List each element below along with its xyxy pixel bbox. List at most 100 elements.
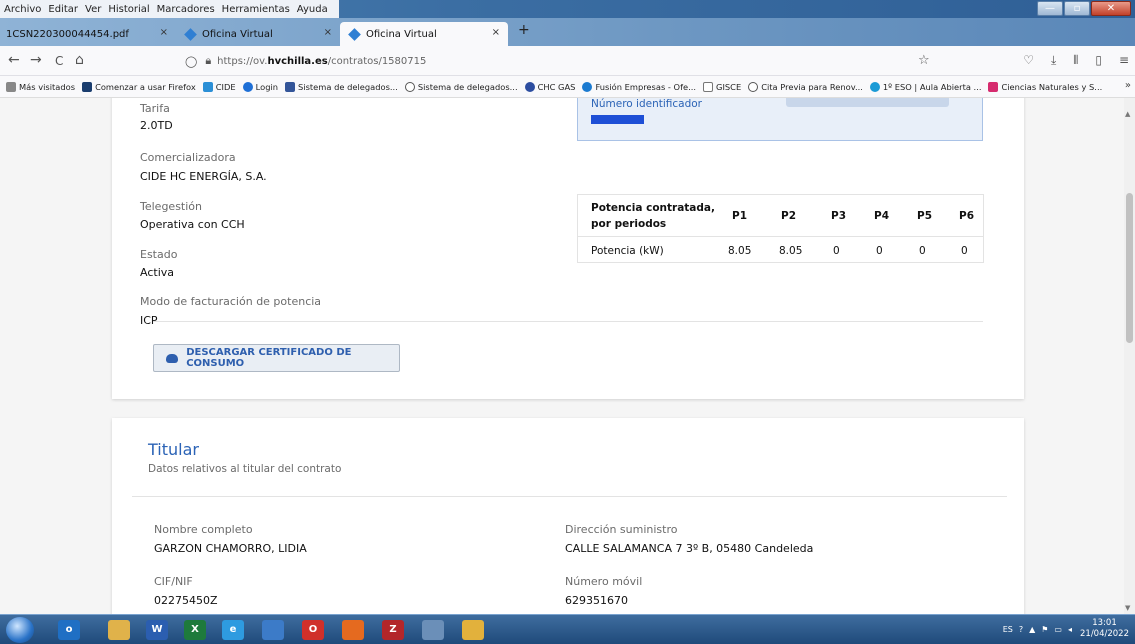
comercializadora-label: Comercializadora [140,151,236,164]
tab-oficina-virtual-2[interactable]: Oficina Virtual × [340,22,508,46]
volume-icon[interactable]: ◂ [1068,625,1072,634]
reload-icon[interactable]: C [55,54,63,68]
flag-icon[interactable]: ⚑ [1041,625,1048,634]
tarifa-label: Tarifa [140,102,170,115]
pocket-icon[interactable]: ♡ [1023,53,1034,68]
taskbar-word-icon[interactable]: W [146,620,168,640]
table-cell-p4: 0 [876,245,883,257]
taskbar-network-icon[interactable] [262,620,284,640]
menu-bar: Archivo Editar Ver Historial Marcadores … [0,0,339,18]
bookmark-item[interactable]: CIDE [202,81,236,92]
comercializadora-value: CIDE HC ENERGÍA, S.A. [140,170,267,183]
tray-arrow-icon[interactable]: ▲ [1029,625,1035,634]
menu-historial[interactable]: Historial [108,4,149,15]
scroll-up-icon[interactable]: ▲ [1125,110,1130,118]
menu-editar[interactable]: Editar [48,4,78,15]
close-tab-icon[interactable]: × [492,27,500,38]
clock-date: 21/04/2022 [1080,629,1129,639]
taskbar-opera-icon[interactable]: O [302,620,324,640]
tab-strip: 1CSN220300044454.pdf × Oficina Virtual ×… [0,18,1135,46]
tab-pdf[interactable]: 1CSN220300044454.pdf × [0,22,176,46]
shield-icon[interactable]: ◯ [185,55,197,68]
bookmark-item[interactable]: Fusión Empresas - Ofe... [582,81,696,92]
diamond-favicon-icon [348,27,361,41]
bookmark-item[interactable]: Sistema de delegados... [404,81,518,92]
table-header-row: Potencia contratada, por periodos P1 P2 … [578,195,983,237]
menu-ayuda[interactable]: Ayuda [297,4,328,15]
bookmark-item[interactable]: Login [242,81,278,92]
back-arrow-icon[interactable]: ← [8,52,20,68]
bookmark-item[interactable]: 1º ESO | Aula Abierta ... [869,81,981,92]
language-indicator[interactable]: ES [1003,625,1013,634]
bookmark-star-icon[interactable]: ☆ [918,53,930,68]
taskbar-outlook-icon[interactable]: o [58,620,80,640]
sidebar-icon[interactable]: ▯ [1095,53,1102,68]
taskbar-filezilla-icon[interactable]: Z [382,620,404,640]
taskbar-firefox-icon[interactable] [342,620,364,640]
taskbar-misc-icon[interactable] [422,620,444,640]
taskbar-chrome-icon[interactable] [462,620,484,640]
page-content: Tarifa 2.0TD Comercializadora CIDE HC EN… [0,98,1135,614]
identificador-box: Número identificador [577,98,983,141]
table-row-label: Potencia (kW) [591,245,664,257]
bookmark-item[interactable]: Ciencias Naturales y S... [988,81,1102,92]
clock[interactable]: 13:01 21/04/2022 [1080,618,1129,640]
home-icon[interactable]: ⌂ [75,52,84,68]
taskbar-explorer-icon[interactable] [108,620,130,640]
maximize-button[interactable]: ▫ [1064,1,1090,16]
url-bar[interactable]: ◯ 🔒︎ https://ov.hvchilla.es/contratos/15… [185,50,945,72]
close-window-button[interactable]: ✕ [1091,1,1131,16]
table-cell-p6: 0 [961,245,968,257]
menu-marcadores[interactable]: Marcadores [157,4,215,15]
bookmark-item[interactable]: Más visitados [6,81,75,92]
download-certificate-label: DESCARGAR CERTIFICADO DE CONSUMO [186,347,352,369]
menu-herramientas[interactable]: Herramientas [222,4,290,15]
aula-abierta-icon [869,81,880,92]
download-certificate-button[interactable]: DESCARGAR CERTIFICADO DE CONSUMO [153,344,400,372]
menu-ver[interactable]: Ver [85,4,101,15]
tab-label: Oficina Virtual [366,28,437,40]
download-icon[interactable]: ⤓ [1051,53,1056,68]
minimize-button[interactable]: — [1037,1,1063,16]
hamburger-menu-icon[interactable]: ≡ [1119,53,1129,68]
menu-archivo[interactable]: Archivo [4,4,41,15]
page-scrollbar[interactable]: ▲ ▼ [1124,98,1135,614]
taskbar-excel-icon[interactable]: X [184,620,206,640]
titular-divider [132,496,1007,497]
new-tab-button[interactable]: + [518,22,530,38]
bookmark-item[interactable]: Sistema de delegados... [285,81,398,92]
library-icon[interactable]: ⫴ [1073,53,1078,68]
table-header-subtitle: por periodos [591,218,667,230]
section-divider [153,321,983,322]
potencia-table: Potencia contratada, por periodos P1 P2 … [577,194,984,263]
bookmark-item[interactable]: Cita Previa para Renov... [748,81,863,92]
network-icon[interactable]: ▭ [1054,625,1062,634]
gear-icon [6,81,16,92]
estado-label: Estado [140,248,178,261]
titular-card: Titular Datos relativos al titular del c… [112,418,1024,614]
bookmark-item[interactable]: Comenzar a usar Firefox [82,81,196,92]
identificador-button[interactable] [786,98,949,107]
bookmark-item[interactable]: CHC GAS [524,81,575,92]
lock-icon[interactable]: 🔒︎ [205,54,211,68]
identificador-label: Número identificador [591,98,703,110]
close-tab-icon[interactable]: × [324,27,332,38]
firefox-m-icon [82,81,93,92]
close-tab-icon[interactable]: × [160,27,168,38]
url-text[interactable]: https://ov.hvchilla.es/contratos/1580715 [217,56,426,67]
bookmark-item[interactable]: GISCE [703,81,741,92]
forward-arrow-icon[interactable]: → [30,52,42,68]
table-header-title: Potencia contratada, [591,202,715,214]
scrollbar-thumb[interactable] [1126,193,1133,343]
tab-oficina-virtual-1[interactable]: Oficina Virtual × [176,22,340,46]
redacted-value [591,115,644,124]
bookmarks-overflow-icon[interactable]: » [1125,80,1131,91]
estado-value: Activa [140,266,174,279]
system-tray: ES ? ▲ ⚑ ▭ ◂ 13:01 21/04/2022 [997,618,1129,640]
help-icon[interactable]: ? [1019,625,1023,634]
taskbar-ie-icon[interactable]: e [222,620,244,640]
start-button[interactable] [6,617,34,643]
contract-card: Tarifa 2.0TD Comercializadora CIDE HC EN… [112,98,1024,399]
scroll-down-icon[interactable]: ▼ [1125,604,1130,612]
tab-label: Oficina Virtual [202,28,273,40]
